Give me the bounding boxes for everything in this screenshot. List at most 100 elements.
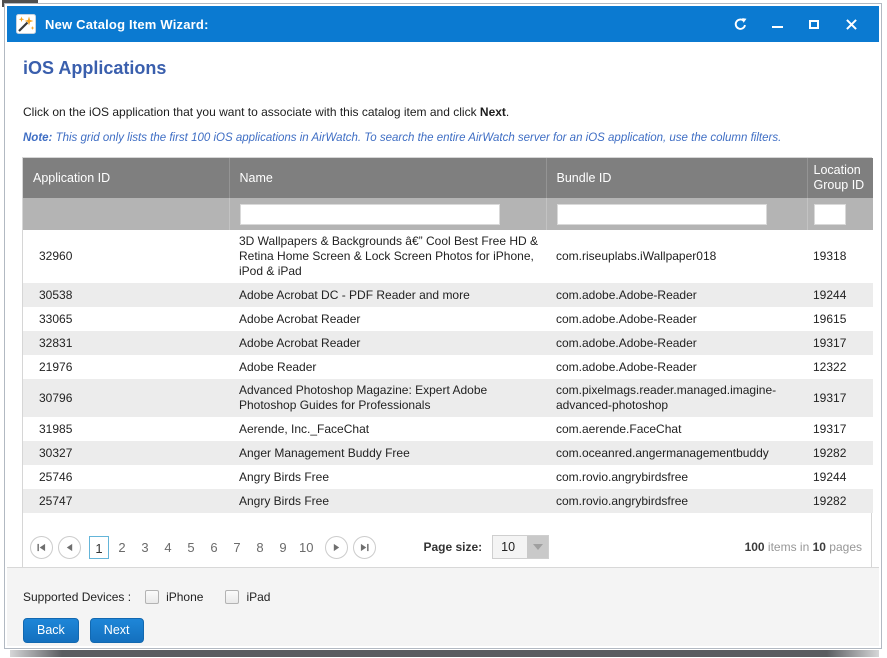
cell-name: Advanced Photoshop Magazine: Expert Adob… [229,379,546,417]
cell-location-group-id: 19317 [807,379,873,417]
table-row[interactable]: 21976 Adobe Reader com.adobe.Adobe-Reade… [23,355,873,379]
cell-bundle-id: com.rovio.angrybirdsfree [546,465,807,489]
next-page-button[interactable] [325,536,348,559]
cell-name: Adobe Acrobat Reader [229,331,546,355]
name-filter-input[interactable] [240,204,500,225]
cell-app-id: 21976 [23,355,229,379]
page-number-2[interactable]: 2 [112,536,132,559]
column-header-application-id[interactable]: Application ID [23,158,229,198]
window-drop-shadow [10,650,879,657]
back-button[interactable]: Back [23,618,79,643]
page-number-7[interactable]: 7 [227,536,247,559]
table-row[interactable]: 25746 Angry Birds Free com.rovio.angrybi… [23,465,873,489]
cell-bundle-id: com.oceanred.angermanagementbuddy [546,441,807,465]
supported-devices-row: Supported Devices : iPhone iPad [23,590,270,604]
cell-app-id: 30538 [23,283,229,307]
refresh-icon[interactable] [732,16,748,32]
cell-app-id: 32831 [23,331,229,355]
page-number-5[interactable]: 5 [181,536,201,559]
pages-count: 10 [813,540,826,554]
items-summary: 100 items in 10 pages [745,540,865,554]
page-size-label: Page size: [423,540,482,554]
minimize-icon[interactable] [769,16,785,32]
cell-location-group-id: 19282 [807,441,873,465]
first-page-button[interactable] [30,536,53,559]
items-summary-mid: items in [765,540,813,554]
previous-page-button[interactable] [58,536,81,559]
cell-location-group-id: 19244 [807,465,873,489]
filter-cell-bundle-id [546,198,807,230]
table-header-row: Application ID Name Bundle ID Location G… [23,158,873,198]
applications-grid: Application ID Name Bundle ID Location G… [22,157,872,568]
next-button[interactable]: Next [90,618,144,643]
location-group-id-filter-input[interactable] [814,204,846,225]
cell-app-id: 33065 [23,307,229,331]
cell-location-group-id: 19317 [807,417,873,441]
cell-name: Adobe Acrobat DC - PDF Reader and more [229,283,546,307]
table-row[interactable]: 30796 Advanced Photoshop Magazine: Exper… [23,379,873,417]
cell-name: Angry Birds Free [229,489,546,513]
cell-name: Adobe Reader [229,355,546,379]
page-title: iOS Applications [23,58,166,79]
cell-bundle-id: com.adobe.Adobe-Reader [546,355,807,379]
cell-location-group-id: 19615 [807,307,873,331]
cell-location-group-id: 19282 [807,489,873,513]
table-row[interactable]: 30327 Anger Management Buddy Free com.oc… [23,441,873,465]
iphone-checkbox-label[interactable]: iPhone [166,590,203,604]
applications-table: Application ID Name Bundle ID Location G… [23,158,873,513]
title-bar: New Catalog Item Wizard: [7,6,879,42]
wizard-buttons: Back Next [23,618,144,643]
table-row[interactable]: 32960 3D Wallpapers & Backgrounds â€” Co… [23,230,873,283]
close-icon[interactable] [843,16,859,32]
wizard-dialog: New Catalog Item Wizard: iOS Application… [4,3,882,649]
cell-app-id: 30796 [23,379,229,417]
cell-bundle-id: com.rovio.angrybirdsfree [546,489,807,513]
table-row[interactable]: 32831 Adobe Acrobat Reader com.adobe.Ado… [23,331,873,355]
page-size-dropdown-button[interactable] [527,536,548,558]
note-label: Note: [23,132,52,144]
maximize-icon[interactable] [806,16,822,32]
column-header-name[interactable]: Name [229,158,546,198]
cell-name: Anger Management Buddy Free [229,441,546,465]
cell-name: Aerende, Inc._FaceChat [229,417,546,441]
cell-app-id: 30327 [23,441,229,465]
cell-bundle-id: com.adobe.Adobe-Reader [546,331,807,355]
cell-app-id: 32960 [23,230,229,283]
page-number-3[interactable]: 3 [135,536,155,559]
cell-app-id: 25747 [23,489,229,513]
chevron-down-icon [533,544,543,550]
bundle-id-filter-input[interactable] [557,204,767,225]
ipad-checkbox-label[interactable]: iPad [246,590,270,604]
iphone-checkbox[interactable] [145,590,159,604]
cell-bundle-id: com.adobe.Adobe-Reader [546,283,807,307]
page-number-10[interactable]: 10 [296,536,316,559]
page-number-9[interactable]: 9 [273,536,293,559]
page-number-list: 1 2 3 4 5 6 7 8 9 10 [89,536,319,559]
cell-bundle-id: com.pixelmags.reader.managed.imagine-adv… [546,379,807,417]
wizard-footer: Supported Devices : iPhone iPad Back Nex… [7,567,879,646]
last-page-button[interactable] [353,536,376,559]
page-number-6[interactable]: 6 [204,536,224,559]
cell-bundle-id: com.aerende.FaceChat [546,417,807,441]
table-row[interactable]: 30538 Adobe Acrobat DC - PDF Reader and … [23,283,873,307]
cell-location-group-id: 12322 [807,355,873,379]
window-controls [732,16,859,32]
page-number-8[interactable]: 8 [250,536,270,559]
table-row[interactable]: 31985 Aerende, Inc._FaceChat com.aerende… [23,417,873,441]
instruction-next-word: Next [480,105,506,119]
table-row[interactable]: 25747 Angry Birds Free com.rovio.angrybi… [23,489,873,513]
column-header-location-group-id[interactable]: Location Group ID [807,158,873,198]
cell-location-group-id: 19244 [807,283,873,307]
note-text: Note: This grid only lists the first 100… [23,132,781,144]
pager-bar: 1 2 3 4 5 6 7 8 9 10 Page size: 10 [23,513,871,568]
page-number-4[interactable]: 4 [158,536,178,559]
instruction-period: . [506,105,509,119]
table-row[interactable]: 33065 Adobe Acrobat Reader com.adobe.Ado… [23,307,873,331]
ipad-checkbox[interactable] [225,590,239,604]
cell-location-group-id: 19318 [807,230,873,283]
supported-devices-label: Supported Devices : [23,590,131,604]
cell-location-group-id: 19317 [807,331,873,355]
column-header-bundle-id[interactable]: Bundle ID [546,158,807,198]
page-number-1[interactable]: 1 [89,536,109,559]
page-size-dropdown[interactable]: 10 [492,535,549,559]
